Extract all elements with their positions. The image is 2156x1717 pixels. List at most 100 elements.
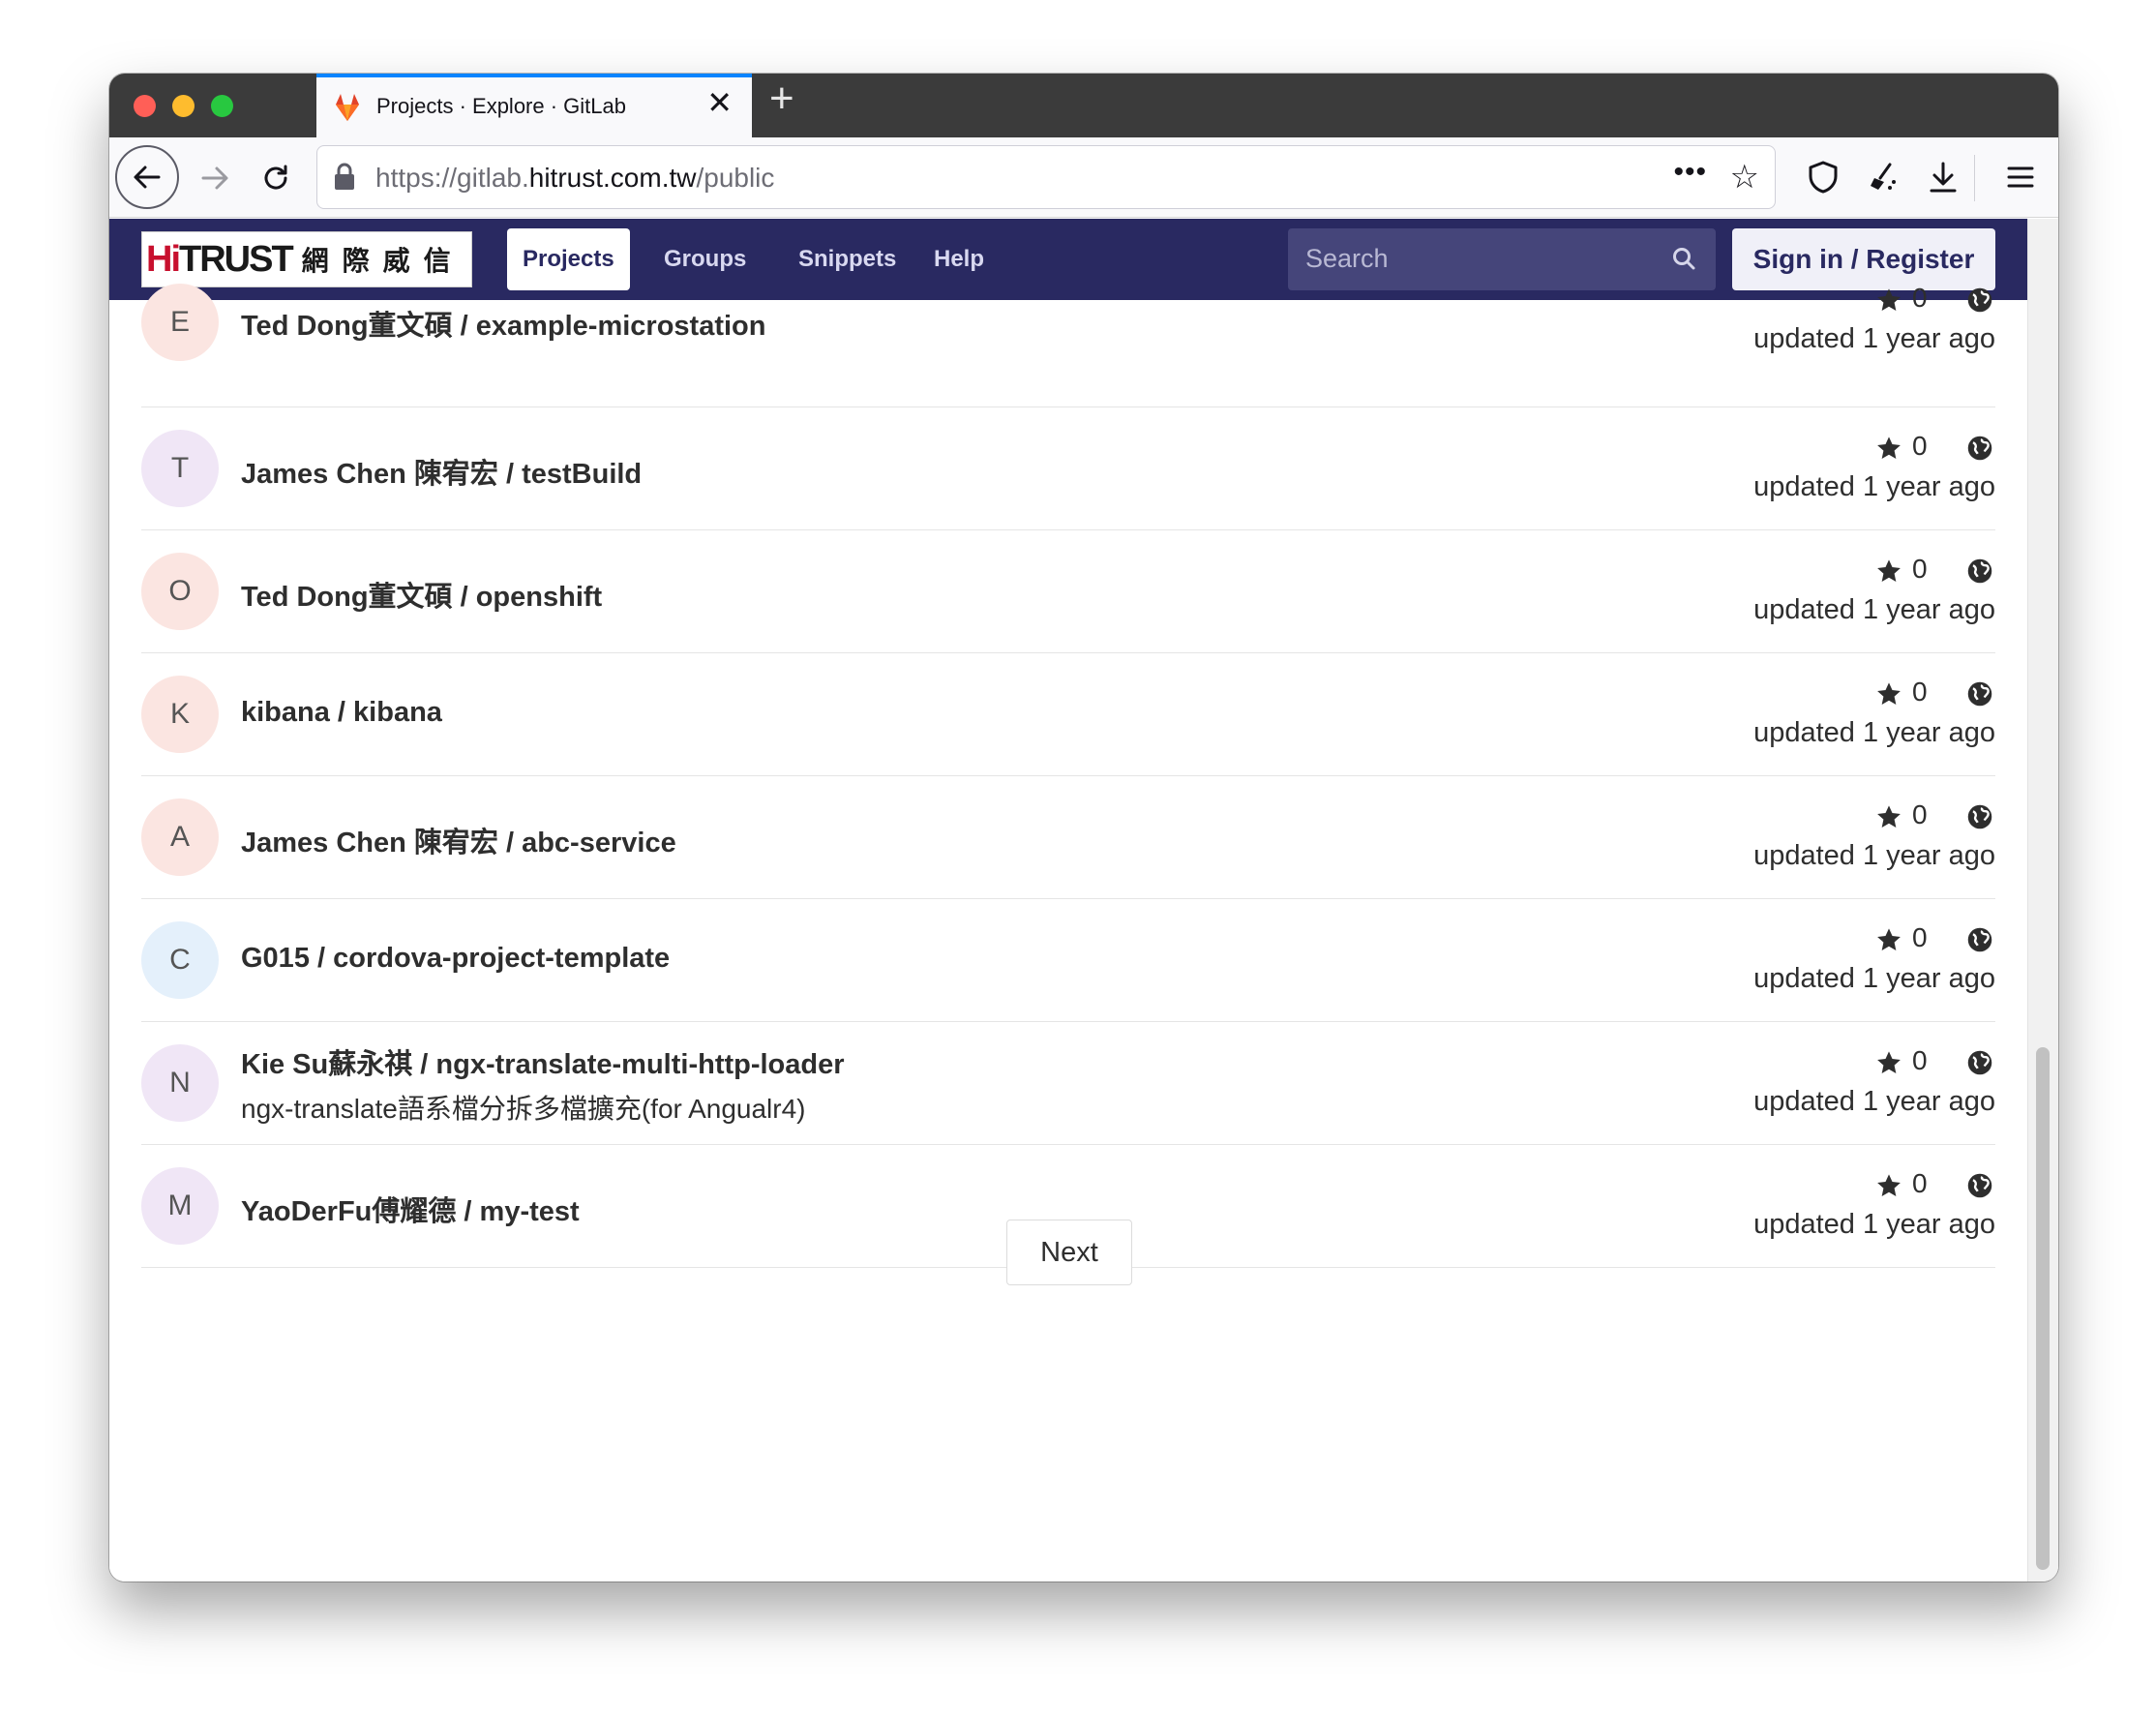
project-name-link[interactable]: Kie Su蘇永祺 / ngx-translate-multi-http-loa…	[241, 1041, 845, 1082]
star-count: 0	[1912, 799, 1928, 829]
download-icon[interactable]	[1919, 153, 1967, 201]
project-stats: 0 updated 1 year ago	[1744, 283, 1995, 364]
address-bar[interactable]: https://gitlab.hitrust.com.tw/public •••…	[316, 145, 1776, 209]
project-stats: 0 updated 1 year ago	[1744, 1045, 1995, 1127]
updated-time: updated 1 year ago	[1753, 1086, 1995, 1117]
search-icon	[1673, 248, 1695, 270]
maximize-window-button[interactable]	[211, 95, 233, 117]
public-globe-icon	[1966, 557, 1993, 585]
project-name-link[interactable]: YaoDerFu傅耀德 / my-test	[241, 1189, 580, 1229]
star-icon	[1875, 680, 1902, 708]
browser-tab-active[interactable]: Projects · Explore · GitLab ✕	[316, 74, 752, 137]
forward-button[interactable]	[184, 147, 246, 209]
search-input[interactable]: Search	[1288, 228, 1716, 290]
updated-time: updated 1 year ago	[1753, 323, 1995, 354]
updated-time: updated 1 year ago	[1753, 1209, 1995, 1240]
project-avatar[interactable]: E	[141, 284, 219, 361]
project-name-link[interactable]: James Chen 陳宥宏 / abc-service	[241, 820, 676, 860]
public-globe-icon	[1966, 435, 1993, 462]
updated-time: updated 1 year ago	[1753, 594, 1995, 625]
url-path: /public	[696, 163, 775, 193]
project-avatar[interactable]: N	[141, 1044, 219, 1122]
url-text[interactable]: https://gitlab.hitrust.com.tw/public	[375, 163, 774, 194]
project-stats: 0 updated 1 year ago	[1744, 677, 1995, 758]
new-tab-button[interactable]: +	[769, 77, 794, 120]
project-row[interactable]: O Ted Dong董文碩 / openshift 0 updated 1 year …	[141, 530, 1995, 653]
bookmark-star-icon[interactable]: ☆	[1730, 158, 1759, 196]
star-count: 0	[1912, 922, 1928, 952]
project-avatar[interactable]: M	[141, 1167, 219, 1245]
project-avatar[interactable]: O	[141, 553, 219, 630]
star-icon	[1875, 1049, 1902, 1076]
star-icon	[1875, 435, 1902, 462]
extension-broom-icon[interactable]	[1859, 153, 1907, 201]
star-icon	[1875, 557, 1902, 585]
project-row[interactable]: Kkibana / kibana 0 updated 1 year ago	[141, 653, 1995, 776]
updated-time: updated 1 year ago	[1753, 717, 1995, 748]
public-globe-icon	[1966, 1049, 1993, 1076]
updated-time: updated 1 year ago	[1753, 963, 1995, 994]
lock-icon	[335, 163, 354, 190]
project-row[interactable]: E Ted Dong董文碩 / example-microstation 0 upda…	[141, 283, 1995, 407]
project-name-link[interactable]: G015 / cordova-project-template	[241, 943, 670, 975]
updated-time: updated 1 year ago	[1753, 840, 1995, 871]
close-window-button[interactable]	[134, 95, 156, 117]
tab-close-icon[interactable]: ✕	[706, 87, 733, 118]
updated-time: updated 1 year ago	[1753, 471, 1995, 502]
search-placeholder: Search	[1305, 244, 1389, 273]
project-avatar[interactable]: A	[141, 798, 219, 876]
project-stats: 0 updated 1 year ago	[1744, 799, 1995, 881]
reload-button[interactable]	[245, 147, 307, 209]
nav-snippets[interactable]: Snippets	[783, 228, 912, 290]
project-avatar[interactable]: K	[141, 676, 219, 753]
project-avatar[interactable]: C	[141, 921, 219, 999]
page-actions-icon[interactable]: •••	[1673, 156, 1707, 189]
project-row[interactable]: A James Chen 陳宥宏 / abc-service 0 updated 1 …	[141, 776, 1995, 899]
url-domain: hitrust.com.tw	[528, 163, 697, 193]
project-stats: 0 updated 1 year ago	[1744, 1168, 1995, 1250]
back-button[interactable]	[115, 145, 179, 209]
public-globe-icon	[1966, 1172, 1993, 1199]
project-stats: 0 updated 1 year ago	[1744, 431, 1995, 512]
project-stats: 0 updated 1 year ago	[1744, 554, 1995, 635]
sign-in-register-button[interactable]: Sign in / Register	[1732, 228, 1995, 290]
nav-groups[interactable]: Groups	[648, 228, 762, 290]
star-count: 0	[1912, 431, 1928, 461]
star-count: 0	[1912, 1045, 1928, 1075]
scrollbar-thumb[interactable]	[2036, 1047, 2050, 1570]
logo-brand-rest: TRUST	[179, 238, 294, 280]
minimize-window-button[interactable]	[172, 95, 195, 117]
next-page-button[interactable]: Next	[1006, 1220, 1132, 1285]
toolbar-separator	[1974, 155, 1975, 201]
gitlab-fox-icon	[336, 94, 359, 121]
project-row[interactable]: T James Chen 陳宥宏 / testBuild 0 updated 1 ye…	[141, 407, 1995, 530]
public-globe-icon	[1966, 680, 1993, 708]
star-icon	[1875, 803, 1902, 830]
logo-brand: HiTRUST	[146, 238, 294, 281]
arrow-left-icon	[134, 166, 161, 189]
nav-help[interactable]: Help	[918, 228, 1000, 290]
browser-toolbar: https://gitlab.hitrust.com.tw/public •••…	[109, 137, 2058, 218]
project-avatar[interactable]: T	[141, 430, 219, 507]
shield-icon[interactable]	[1799, 153, 1847, 201]
tab-title: Projects · Explore · GitLab	[376, 94, 626, 118]
hamburger-menu-icon[interactable]	[1996, 153, 2045, 201]
browser-window: Projects · Explore · GitLab ✕ + https://…	[109, 74, 2058, 1581]
star-icon	[1875, 286, 1902, 314]
project-name-link[interactable]: James Chen 陳宥宏 / testBuild	[241, 451, 642, 492]
project-row[interactable]: C G015 / cordova-project-template 0 updated…	[141, 899, 1995, 1022]
page-scrollbar[interactable]	[2027, 219, 2058, 1581]
url-prefix: https://gitlab.	[375, 163, 529, 193]
star-count: 0	[1912, 283, 1928, 313]
project-name-link[interactable]: Ted Dong董文碩 / openshift	[241, 574, 602, 615]
hitrust-logo[interactable]: HiTRUST 網際威信	[141, 231, 472, 287]
project-row[interactable]: N Kie Su蘇永祺 / ngx-translate-multi-http-lo…	[141, 1022, 1995, 1145]
project-name-link[interactable]: kibana / kibana	[241, 697, 442, 729]
star-count: 0	[1912, 677, 1928, 707]
page-content: HiTRUST 網際威信 Projects Groups Snippets He…	[109, 219, 2058, 1581]
logo-brand-hi: Hi	[146, 238, 181, 280]
arrow-right-icon	[201, 166, 228, 190]
nav-projects[interactable]: Projects	[507, 228, 630, 290]
project-name-link[interactable]: Ted Dong董文碩 / example-microstation	[241, 303, 765, 344]
star-count: 0	[1912, 554, 1928, 584]
